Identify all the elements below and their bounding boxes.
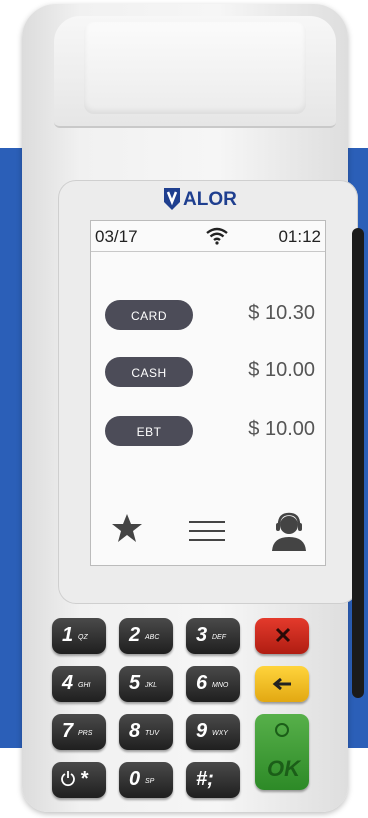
key-0[interactable]: 0 SP [119, 762, 173, 798]
support-agent-icon[interactable] [269, 511, 309, 556]
cancel-key[interactable] [255, 618, 309, 654]
key-6[interactable]: 6 MNO [186, 666, 240, 702]
valor-logo: ALOR [58, 184, 358, 217]
status-bar: 03/17 01:12 [91, 221, 325, 252]
touch-screen: 03/17 01:12 CARD $ 10.30 CASH $ 10.00 EB… [90, 220, 326, 566]
date-label: 03/17 [95, 227, 138, 246]
card-reader-slot[interactable] [352, 228, 364, 698]
time-label: 01:12 [278, 227, 321, 246]
ok-key[interactable]: OK [255, 714, 309, 790]
payment-row-ebt: EBT $ 10.00 [105, 416, 315, 448]
payment-row-cash: CASH $ 10.00 [105, 357, 315, 389]
backspace-arrow-icon [272, 677, 291, 691]
key-1[interactable]: 1 QZ [52, 618, 106, 654]
key-9[interactable]: 9 WXY [186, 714, 240, 750]
clear-key[interactable] [255, 666, 309, 702]
screen-bezel: ALOR 03/17 01:12 CARD $ 10.30 CASH $ 10.… [58, 180, 358, 604]
receipt-printer [54, 16, 336, 128]
key-4[interactable]: 4 GHI [52, 666, 106, 702]
payment-terminal: ALOR 03/17 01:12 CARD $ 10.30 CASH $ 10.… [22, 4, 358, 812]
key-7[interactable]: 7 PRS [52, 714, 106, 750]
key-power-star[interactable]: * [52, 762, 106, 798]
ebt-amount: $ 10.00 [248, 418, 315, 440]
key-hash[interactable]: #; [186, 762, 240, 798]
cash-amount: $ 10.00 [248, 359, 315, 381]
circle-icon [275, 723, 289, 737]
ok-label: OK [267, 756, 300, 781]
cancel-x-icon [275, 627, 291, 643]
key-8[interactable]: 8 TUV [119, 714, 173, 750]
payment-row-card: CARD $ 10.30 [105, 300, 315, 332]
cash-button[interactable]: CASH [105, 357, 193, 387]
power-icon [61, 771, 75, 787]
bottom-toolbar [91, 511, 325, 555]
star-icon[interactable] [111, 513, 143, 548]
key-2[interactable]: 2 ABC [119, 618, 173, 654]
card-button[interactable]: CARD [105, 300, 193, 330]
key-3[interactable]: 3 DEF [186, 618, 240, 654]
menu-icon[interactable] [189, 519, 225, 548]
key-5[interactable]: 5 JKL [119, 666, 173, 702]
ebt-button[interactable]: EBT [105, 416, 193, 446]
wifi-icon [205, 227, 229, 250]
logo-text: ALOR [183, 189, 237, 210]
printer-cover [84, 22, 306, 114]
card-amount: $ 10.30 [248, 302, 315, 324]
